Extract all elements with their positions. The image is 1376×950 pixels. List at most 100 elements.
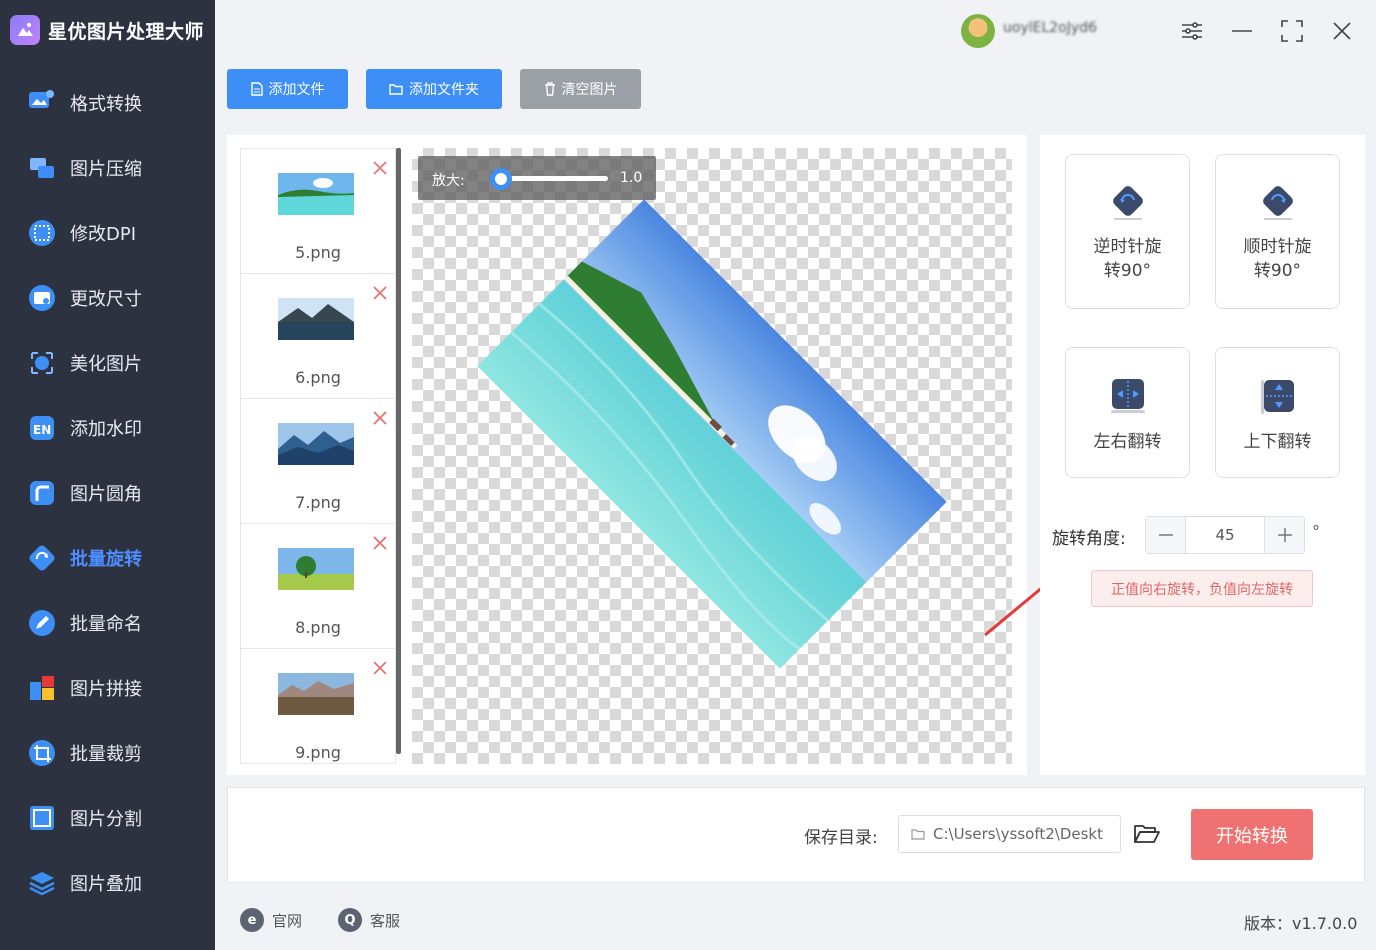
start-convert-button[interactable]: 开始转换 bbox=[1191, 809, 1313, 860]
clear-images-button[interactable]: 清空图片 bbox=[520, 69, 641, 109]
sidebar-item-label: 图片拼接 bbox=[70, 678, 142, 700]
dpi-icon bbox=[26, 217, 58, 249]
flip-vertical-label: 上下翻转 bbox=[1243, 432, 1312, 452]
degree-unit: ° bbox=[1312, 522, 1320, 541]
add-folder-button[interactable]: 添加文件夹 bbox=[366, 69, 502, 109]
file-thumbnail bbox=[278, 298, 354, 340]
file-thumbnail bbox=[278, 173, 354, 215]
sidebar-item-compress[interactable]: 图片压缩 bbox=[0, 135, 215, 200]
rotate-ccw-button[interactable]: 逆时针旋 转90° bbox=[1065, 154, 1190, 309]
file-list-item[interactable]: 8.png bbox=[241, 524, 395, 649]
sidebar-item-batch-crop[interactable]: 批量裁剪 bbox=[0, 720, 215, 785]
watermark-icon: EN bbox=[26, 412, 58, 444]
trash-icon bbox=[544, 82, 555, 96]
sidebar-item-format[interactable]: 格式转换 bbox=[0, 70, 215, 135]
preview-canvas[interactable] bbox=[412, 148, 1012, 764]
file-name: 9.png bbox=[295, 743, 341, 762]
website-link[interactable]: e 官网 bbox=[240, 907, 302, 933]
avatar[interactable] bbox=[961, 14, 995, 48]
delete-file-icon[interactable] bbox=[371, 409, 389, 427]
sidebar-item-label: 更改尺寸 bbox=[70, 288, 142, 310]
folder-icon bbox=[911, 829, 925, 840]
delete-file-icon[interactable] bbox=[371, 159, 389, 177]
flip-horizontal-icon bbox=[1111, 379, 1145, 413]
rotation-angle-input[interactable] bbox=[1186, 517, 1264, 553]
rotation-angle-stepper bbox=[1145, 516, 1305, 554]
delete-file-icon[interactable] bbox=[371, 284, 389, 302]
save-dir-path: C:\Users\yssoft2\Deskt bbox=[933, 825, 1103, 843]
delete-file-icon[interactable] bbox=[371, 659, 389, 677]
svg-text:EN: EN bbox=[33, 423, 51, 437]
sidebar-item-resize[interactable]: 更改尺寸 bbox=[0, 265, 215, 330]
save-dir-label: 保存目录: bbox=[804, 828, 878, 848]
file-thumbnail bbox=[278, 548, 354, 590]
service-label: 客服 bbox=[370, 911, 401, 930]
add-file-label: 添加文件 bbox=[268, 82, 325, 98]
maximize-icon[interactable] bbox=[1279, 18, 1305, 44]
file-list-item[interactable]: 6.png bbox=[241, 274, 395, 399]
stitch-icon bbox=[26, 672, 58, 704]
sidebar-item-beautify[interactable]: 美化图片 bbox=[0, 330, 215, 395]
website-label: 官网 bbox=[272, 911, 303, 930]
sidebar-item-round-corner[interactable]: 图片圆角 bbox=[0, 460, 215, 525]
rename-icon bbox=[26, 607, 58, 639]
crop-icon bbox=[26, 737, 58, 769]
file-list[interactable]: 5.png 6.png 7.png 8.png 9.png bbox=[240, 148, 396, 764]
sidebar-item-dpi[interactable]: 修改DPI bbox=[0, 200, 215, 265]
add-folder-label: 添加文件夹 bbox=[409, 82, 479, 98]
increment-button[interactable] bbox=[1264, 517, 1304, 553]
folder-icon bbox=[389, 84, 403, 95]
title-bar: uoylEL2oJyd6 bbox=[215, 0, 1376, 62]
sidebar-item-batch-rotate[interactable]: 批量旋转 bbox=[0, 525, 215, 590]
minimize-icon[interactable] bbox=[1229, 18, 1255, 44]
file-name: 8.png bbox=[295, 618, 341, 637]
file-thumbnail bbox=[278, 673, 354, 715]
file-icon bbox=[250, 82, 263, 96]
version-text: 版本：v1.7.0.0 bbox=[1244, 914, 1358, 933]
file-list-item[interactable]: 9.png bbox=[241, 649, 395, 763]
sidebar-item-label: 批量裁剪 bbox=[70, 743, 142, 765]
flip-horizontal-button[interactable]: 左右翻转 bbox=[1065, 347, 1190, 478]
file-list-item[interactable]: 7.png bbox=[241, 399, 395, 524]
rotate-cw-button[interactable]: 顺时针旋 转90° bbox=[1215, 154, 1340, 309]
service-link[interactable]: Q 客服 bbox=[338, 907, 400, 933]
sidebar-item-label: 批量旋转 bbox=[70, 548, 142, 570]
sidebar-item-split[interactable]: 图片分割 bbox=[0, 785, 215, 850]
rotated-preview-image bbox=[477, 199, 947, 669]
plus-icon bbox=[1277, 528, 1292, 542]
sidebar-item-label: 格式转换 bbox=[70, 93, 142, 115]
file-list-scrollbar[interactable] bbox=[396, 148, 401, 754]
flip-vertical-button[interactable]: 上下翻转 bbox=[1215, 347, 1340, 478]
app-title: 星优图片处理大师 bbox=[10, 12, 204, 48]
zoom-slider-handle[interactable] bbox=[489, 168, 512, 190]
sidebar-item-label: 图片压缩 bbox=[70, 158, 142, 180]
file-list-item[interactable]: 5.png bbox=[241, 149, 395, 274]
flip-horizontal-label: 左右翻转 bbox=[1093, 432, 1162, 452]
sidebar-item-watermark[interactable]: EN 添加水印 bbox=[0, 395, 215, 460]
decrement-button[interactable] bbox=[1146, 517, 1186, 553]
overlay-icon bbox=[26, 867, 58, 899]
sidebar-item-batch-rename[interactable]: 批量命名 bbox=[0, 590, 215, 655]
sidebar-item-overlay[interactable]: 图片叠加 bbox=[0, 850, 215, 915]
sidebar-nav: 格式转换图片压缩修改DPI 更改尺寸美化图片 EN 添加水印图片圆角批量旋转批量命名图… bbox=[0, 70, 215, 915]
sidebar-item-label: 图片圆角 bbox=[70, 483, 142, 505]
close-icon[interactable] bbox=[1329, 18, 1355, 44]
settings-icon[interactable] bbox=[1179, 18, 1205, 44]
file-name: 6.png bbox=[295, 368, 341, 387]
username[interactable]: uoylEL2oJyd6 bbox=[1003, 20, 1153, 40]
sidebar-item-label: 批量命名 bbox=[70, 613, 142, 635]
delete-file-icon[interactable] bbox=[371, 534, 389, 552]
rotate-ccw-icon bbox=[1113, 186, 1143, 220]
folder-open-icon[interactable] bbox=[1133, 822, 1161, 846]
rotate-cw-label: 顺时针旋 转90° bbox=[1243, 237, 1312, 281]
zoom-value: 1.0 bbox=[620, 170, 643, 186]
sidebar: 星优图片处理大师 格式转换图片压缩修改DPI 更改尺寸美化图片 EN 添加水印图片圆角… bbox=[0, 0, 215, 950]
sidebar-item-label: 图片分割 bbox=[70, 808, 142, 830]
file-thumbnail bbox=[278, 423, 354, 465]
sidebar-item-label: 美化图片 bbox=[70, 353, 142, 375]
app-logo-icon bbox=[10, 15, 40, 45]
zoom-label: 放大: bbox=[432, 173, 465, 189]
add-file-button[interactable]: 添加文件 bbox=[227, 69, 348, 109]
save-dir-field[interactable]: C:\Users\yssoft2\Deskt bbox=[898, 815, 1121, 853]
sidebar-item-stitch[interactable]: 图片拼接 bbox=[0, 655, 215, 720]
